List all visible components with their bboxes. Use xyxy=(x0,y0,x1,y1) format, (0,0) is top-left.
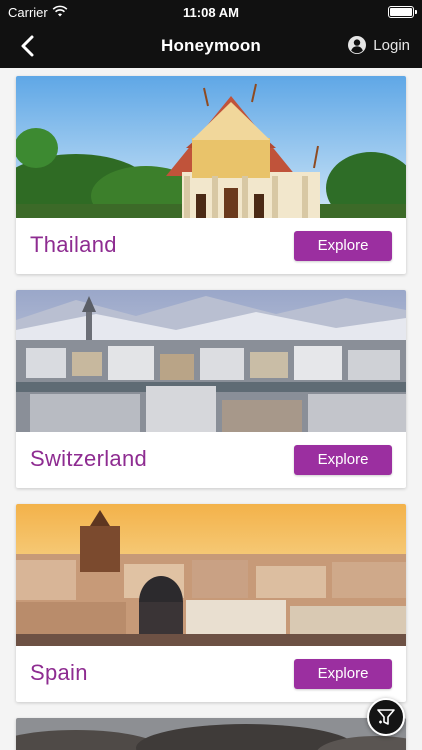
login-label: Login xyxy=(373,36,410,54)
card-footer: Spain Explore xyxy=(16,646,406,702)
destination-card-thailand[interactable]: Thailand Explore xyxy=(16,76,406,274)
explore-button-spain[interactable]: Explore xyxy=(294,659,392,689)
destination-photo-switzerland[interactable] xyxy=(16,290,406,432)
card-footer: Switzerland Explore xyxy=(16,432,406,488)
destination-name: Thailand xyxy=(30,232,117,257)
navigation-bar: Honeymoon Login xyxy=(0,24,422,68)
user-circle-icon xyxy=(348,36,367,54)
destination-card-switzerland[interactable]: Switzerland Explore xyxy=(16,290,406,488)
explore-button-switzerland[interactable]: Explore xyxy=(294,445,392,475)
clock: 11:08 AM xyxy=(183,5,239,20)
battery-icon xyxy=(388,6,417,18)
filter-button[interactable] xyxy=(367,698,405,736)
card-footer: Thailand Explore xyxy=(16,218,406,274)
temple-image xyxy=(16,76,406,218)
destination-list[interactable]: Thailand Explore Switzerland Explore Spa… xyxy=(0,68,422,750)
login-button[interactable]: Login xyxy=(347,35,410,55)
filter-icon xyxy=(377,709,395,725)
screen: Carrier 11:08 AM Honeymoon Login Thailan… xyxy=(0,0,422,750)
destination-name: Spain xyxy=(30,660,88,685)
rocky-coast-image xyxy=(16,718,406,750)
destination-photo-thailand[interactable] xyxy=(16,76,406,218)
snowy-city-image xyxy=(16,290,406,432)
destination-card-next[interactable] xyxy=(16,718,406,750)
destination-name: Switzerland xyxy=(30,446,148,471)
city-sunset-image xyxy=(16,504,406,646)
status-bar: Carrier 11:08 AM xyxy=(0,0,422,24)
destination-card-spain[interactable]: Spain Explore xyxy=(16,504,406,702)
explore-button-thailand[interactable]: Explore xyxy=(294,231,392,261)
destination-photo-spain[interactable] xyxy=(16,504,406,646)
